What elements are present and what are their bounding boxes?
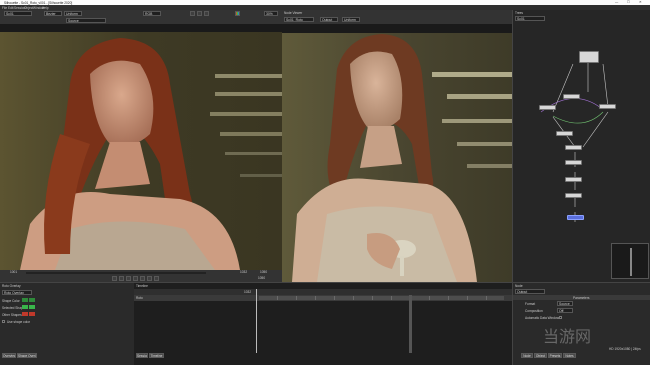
first-frame-icon[interactable] [112, 276, 117, 281]
out-select[interactable]: Output [320, 17, 338, 22]
color-swatch-icon[interactable] [235, 11, 240, 16]
parameters-section: Parameters [513, 295, 650, 300]
frame-end: 1050 [258, 276, 266, 280]
roto-overlay-header: Roto Overlay [2, 284, 21, 288]
next-frame-icon[interactable] [147, 276, 152, 281]
view-select[interactable]: Bezier [44, 11, 62, 16]
session-select[interactable]: Sc01 [4, 11, 32, 16]
timeline-track-label: Roto [136, 296, 143, 300]
param-label-1: Composition [525, 309, 543, 313]
node-panel: Node Output Parameters Format Source Com… [512, 282, 650, 365]
left-viewer-image[interactable] [0, 24, 282, 270]
select-tool-icon[interactable] [197, 11, 202, 16]
left-viewer-toolbar: Sc01 Bezier Uniform RGB Source 30% [0, 10, 282, 24]
playhead[interactable] [256, 289, 257, 353]
tree-node-paint-3[interactable] [565, 177, 582, 182]
tree-node-output[interactable] [567, 215, 584, 220]
tab-overview[interactable]: Overview [2, 353, 16, 358]
watermark-text: 当游网 [543, 327, 592, 346]
menu-edit[interactable]: Edit [8, 6, 14, 10]
minimize-icon[interactable]: — [615, 0, 618, 4]
tab-node[interactable]: Node [521, 353, 533, 358]
tree-node-paint-1[interactable] [565, 145, 582, 150]
right-viewer-image[interactable] [282, 24, 512, 282]
tab-shape-overlay[interactable]: Shape Overlay [17, 353, 37, 358]
frame-slider[interactable] [26, 272, 206, 274]
transform-tool-icon[interactable] [204, 11, 209, 16]
left-tab-select[interactable]: Source [66, 18, 106, 23]
tree-node-grade[interactable] [539, 105, 556, 110]
menu-object[interactable]: Object [24, 6, 33, 10]
left-photo-svg [0, 24, 282, 270]
param-label-2: Automatic Data Window [525, 316, 560, 320]
play-reverse-icon[interactable] [126, 276, 131, 281]
node-select[interactable]: Output [515, 289, 545, 294]
tree-node-source[interactable] [579, 51, 599, 63]
use-shape-color-label: Use shape color [7, 319, 31, 324]
roto-overlay-select[interactable]: Roto Overlay [2, 290, 32, 295]
roto-overlay-panel: Roto Overlay Roto Overlay Shape Color Se… [0, 282, 134, 365]
menu-help[interactable]: Help [42, 6, 49, 10]
color-select[interactable]: RGB [143, 11, 161, 16]
last-frame-icon[interactable] [154, 276, 159, 281]
tree-node-merge[interactable] [556, 131, 573, 136]
status-text: HD 1920x1080 | 24fps [609, 347, 641, 351]
right-photo-svg [282, 24, 512, 282]
param-format-select[interactable]: Source [557, 301, 573, 306]
close-icon[interactable]: ✕ [639, 0, 642, 4]
tree-node-paint-2[interactable] [565, 160, 582, 165]
frame-total: 1050 [260, 270, 268, 274]
play-icon[interactable] [140, 276, 145, 281]
stop-icon[interactable] [133, 276, 138, 281]
selected-shape-swatch[interactable] [22, 305, 28, 309]
frame-start: 1001 [10, 270, 18, 274]
use-shape-color-checkbox[interactable] [2, 320, 5, 323]
tab-session[interactable]: Session [136, 353, 148, 358]
out-point-marker[interactable] [409, 295, 412, 353]
maximize-icon[interactable]: ☐ [627, 0, 630, 4]
prev-frame-icon[interactable] [119, 276, 124, 281]
trees-header: Trees [515, 11, 524, 15]
left-viewer-timebar: 1001 1032 1050 1050 [0, 270, 282, 282]
parameters-label: Parameters [573, 295, 590, 300]
node-header: Node [515, 284, 523, 288]
other-shapes-swatch[interactable] [22, 312, 28, 316]
right-view-select[interactable]: Uniform [342, 17, 360, 22]
draw-tool-icon[interactable] [190, 11, 195, 16]
tab-object[interactable]: Object [534, 353, 547, 358]
mode-select[interactable]: Uniform [64, 11, 82, 16]
shape-color-swatch-2[interactable] [29, 298, 35, 302]
trees-panel: Trees Sc01 [512, 10, 650, 282]
other-shapes-swatch-2[interactable] [29, 312, 35, 316]
tab-timeline[interactable]: Timeline [149, 353, 164, 358]
tab-notes[interactable]: Notes [563, 353, 576, 358]
roto-row-label-2: Other Shapes [2, 313, 22, 317]
right-tab-select[interactable]: Sc01_Roto [284, 17, 314, 22]
timeline-track-roto[interactable]: Roto [134, 295, 512, 301]
shape-color-swatch[interactable] [22, 298, 28, 302]
node-viewer-header: Node Viewer [284, 11, 303, 15]
timeline-header: Timeline [136, 284, 148, 288]
tree-minimap[interactable] [611, 243, 649, 279]
tree-node-paint-4[interactable] [565, 193, 582, 198]
param-composition-select[interactable]: Off [557, 308, 573, 313]
roto-row-label-0: Shape Color [2, 299, 20, 303]
right-viewer-toolbar: Node Viewer Sc01_Roto Output Uniform [282, 10, 512, 24]
timeline-panel: Timeline 1032 Roto Session Timeline [134, 282, 512, 365]
keyframe-strip[interactable] [259, 296, 504, 300]
window-title: Silhouette - Sc01_Roto_v001 - [Silhouett… [4, 0, 73, 5]
tab-presets[interactable]: Presets [548, 353, 562, 358]
auto-data-window-checkbox[interactable] [559, 316, 562, 319]
tree-node-roto[interactable] [563, 94, 580, 99]
frame-current: 1032 [240, 270, 248, 274]
tree-node-blur[interactable] [599, 104, 616, 109]
zoom-field[interactable]: 30% [264, 11, 278, 16]
selected-shape-swatch-2[interactable] [29, 305, 35, 309]
param-label-0: Format [525, 302, 536, 306]
timeline-marker-label: 1032 [244, 290, 252, 294]
menu-file[interactable]: File [2, 6, 7, 10]
trees-select[interactable]: Sc01 [515, 16, 545, 21]
